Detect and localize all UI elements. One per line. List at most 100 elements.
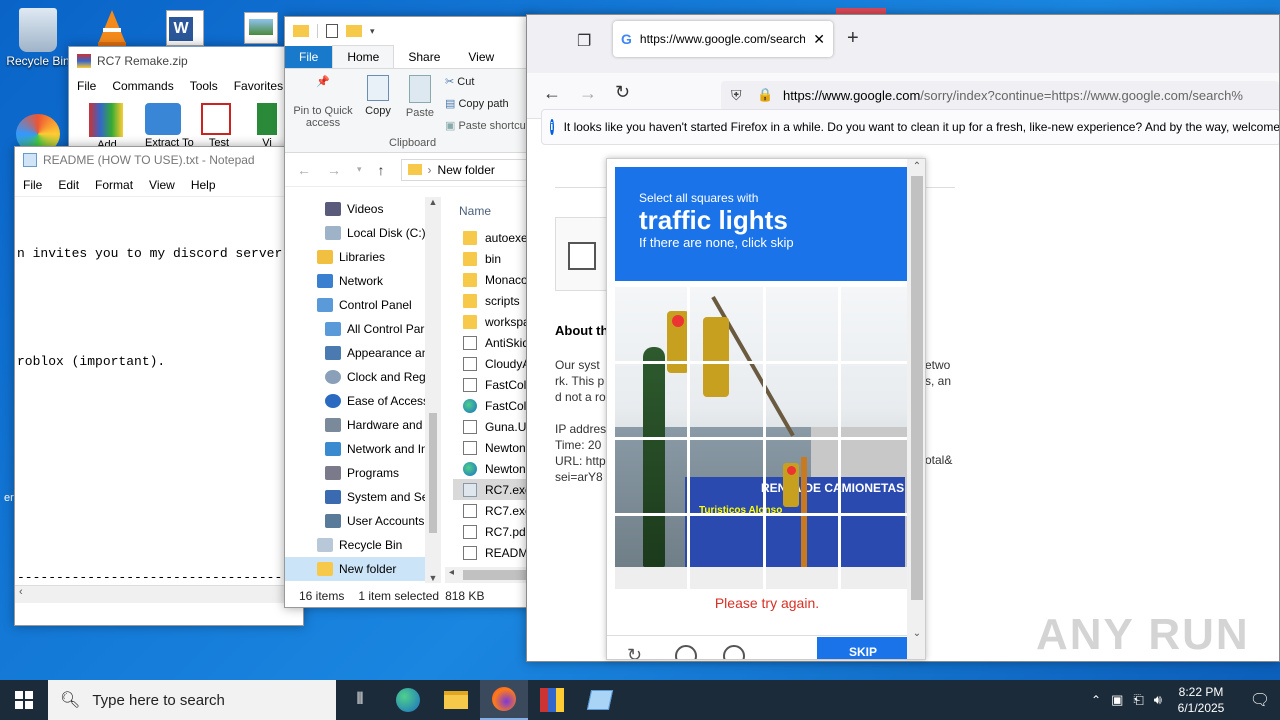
- list-item[interactable]: RC7.exe.: [449, 500, 533, 521]
- reload-challenge-icon[interactable]: ↻: [627, 645, 642, 659]
- new-tab-icon[interactable]: +: [847, 27, 859, 50]
- vlc-icon[interactable]: [94, 8, 130, 46]
- explorer-titlebar[interactable]: ▾: [285, 17, 533, 45]
- back-arrow-icon[interactable]: ←: [297, 162, 311, 178]
- close-tab-icon[interactable]: ✕: [813, 31, 825, 48]
- menu-file[interactable]: File: [69, 79, 104, 93]
- pin-quick-access-button[interactable]: 📌 Pin to Quick access: [291, 75, 355, 129]
- add-button[interactable]: Add: [89, 103, 125, 151]
- nav-item-all-control-panel[interactable]: All Control Par: [285, 317, 440, 341]
- nav-item-recycle-bin[interactable]: Recycle Bin: [285, 533, 440, 557]
- list-item[interactable]: Newtons: [449, 458, 533, 479]
- tracking-shield-icon[interactable]: ⛨: [731, 87, 742, 104]
- list-item[interactable]: README: [449, 542, 533, 563]
- forward-arrow-icon[interactable]: →: [327, 162, 341, 178]
- recaptcha-checkbox[interactable]: [568, 242, 596, 270]
- nav-item-local-disk[interactable]: Local Disk (C:): [285, 221, 440, 245]
- list-item[interactable]: AntiSkid: [449, 332, 533, 353]
- list-item[interactable]: FastColo: [449, 395, 533, 416]
- reload-icon[interactable]: ↻: [615, 82, 630, 103]
- tab-home[interactable]: Home: [332, 45, 395, 68]
- column-header-name[interactable]: Name: [449, 199, 533, 227]
- new-folder-icon[interactable]: [346, 25, 362, 37]
- list-item[interactable]: Monaco: [449, 269, 533, 290]
- list-item[interactable]: scripts: [449, 290, 533, 311]
- up-arrow-icon[interactable]: ↑: [378, 162, 385, 178]
- paste-button[interactable]: Paste: [403, 75, 437, 119]
- clock[interactable]: 8:22 PM 6/1/2025: [1172, 684, 1230, 716]
- menu-tools[interactable]: Tools: [182, 79, 226, 93]
- url-bar[interactable]: ⛨ 🔒 https://www.google.com/sorry/index?c…: [721, 81, 1279, 111]
- start-button[interactable]: [0, 680, 48, 720]
- paste-shortcut-button[interactable]: ▣ Paste shortcut: [445, 119, 529, 132]
- list-item[interactable]: RC7.pdb: [449, 521, 533, 542]
- taskbar-notepad[interactable]: [576, 680, 624, 720]
- extract-to-button[interactable]: Extract To: [145, 103, 194, 151]
- list-item[interactable]: autoexec: [449, 227, 533, 248]
- nav-item-videos[interactable]: Videos: [285, 197, 440, 221]
- file-list-scrollbar[interactable]: ◂: [445, 567, 533, 583]
- nav-item-network[interactable]: Network: [285, 269, 440, 293]
- tray-device-icon[interactable]: ▣: [1111, 692, 1123, 708]
- folder-icon[interactable]: [293, 25, 309, 37]
- winrar-titlebar[interactable]: RC7 Remake.zip: [69, 47, 287, 75]
- back-arrow-icon[interactable]: ←: [543, 83, 561, 104]
- test-button[interactable]: Test: [201, 103, 237, 151]
- properties-icon[interactable]: [326, 24, 338, 38]
- list-item[interactable]: Guna.UI2: [449, 416, 533, 437]
- forward-arrow-icon[interactable]: →: [579, 83, 597, 104]
- nav-pane-scrollbar[interactable]: ▲ ▼: [425, 197, 441, 583]
- taskbar-search-box[interactable]: 🔍︎ Type here to search: [48, 680, 336, 720]
- challenge-scrollbar[interactable]: ⌃ ⌄: [907, 159, 925, 659]
- menu-format[interactable]: Format: [87, 178, 141, 192]
- list-item[interactable]: bin: [449, 248, 533, 269]
- tab-share[interactable]: Share: [394, 46, 454, 68]
- nav-item-programs[interactable]: Programs: [285, 461, 440, 485]
- network-icon[interactable]: ⎗: [1133, 692, 1143, 708]
- menu-favorites[interactable]: Favorites: [226, 79, 287, 93]
- scroll-up-icon[interactable]: ▲: [425, 197, 441, 207]
- tab-file[interactable]: File: [285, 46, 333, 68]
- nav-item-control-panel[interactable]: Control Panel: [285, 293, 440, 317]
- taskbar-winrar[interactable]: [528, 680, 576, 720]
- recent-dropdown-icon[interactable]: ▾: [357, 164, 362, 175]
- list-item[interactable]: Newtons: [449, 437, 533, 458]
- scroll-thumb[interactable]: [429, 413, 437, 533]
- desktop-icon-recycle-bin[interactable]: Recycle Bin: [2, 8, 74, 68]
- scroll-thumb[interactable]: [911, 176, 923, 600]
- taskbar-firefox[interactable]: [480, 680, 528, 720]
- list-item[interactable]: workspac: [449, 311, 533, 332]
- scroll-up-icon[interactable]: ⌃: [907, 161, 925, 172]
- nav-item-hardware[interactable]: Hardware and: [285, 413, 440, 437]
- scroll-left-icon[interactable]: ‹: [19, 586, 23, 598]
- menu-view[interactable]: View: [141, 178, 183, 192]
- info-icon[interactable]: [723, 645, 745, 659]
- copy-path-button[interactable]: ▤ Copy path: [445, 97, 509, 110]
- image-file-icon[interactable]: [244, 12, 278, 44]
- task-view-button[interactable]: ⫴: [336, 680, 384, 720]
- nav-item-libraries[interactable]: Libraries: [285, 245, 440, 269]
- address-bar[interactable]: › New folder: [400, 158, 533, 181]
- scroll-left-icon[interactable]: ◂: [449, 567, 454, 578]
- word-icon[interactable]: W: [166, 10, 204, 46]
- list-item[interactable]: FastColo: [449, 374, 533, 395]
- lock-icon[interactable]: 🔒: [757, 87, 773, 103]
- nav-item-network-internet[interactable]: Network and In: [285, 437, 440, 461]
- cut-button[interactable]: ✂ Cut: [445, 75, 474, 88]
- nav-item-system-security[interactable]: System and Se: [285, 485, 440, 509]
- view-button[interactable]: Vi: [257, 103, 277, 151]
- horizontal-scrollbar[interactable]: ‹: [15, 585, 303, 603]
- menu-edit[interactable]: Edit: [50, 178, 87, 192]
- menu-commands[interactable]: Commands: [104, 79, 181, 93]
- scroll-down-icon[interactable]: ▼: [425, 573, 441, 583]
- taskbar-edge[interactable]: [384, 680, 432, 720]
- list-item-selected[interactable]: RC7.exe: [453, 479, 533, 500]
- volume-icon[interactable]: 🔊︎: [1154, 692, 1162, 708]
- dropdown-icon[interactable]: ▾: [370, 26, 375, 37]
- notepad-titlebar[interactable]: README (HOW TO USE).txt - Notepad: [15, 147, 303, 173]
- scroll-down-icon[interactable]: ⌄: [907, 628, 925, 639]
- tab-view[interactable]: View: [454, 46, 508, 68]
- skip-button[interactable]: SKIP: [817, 637, 909, 659]
- scroll-thumb[interactable]: [463, 570, 533, 580]
- copy-button[interactable]: Copy: [363, 75, 393, 117]
